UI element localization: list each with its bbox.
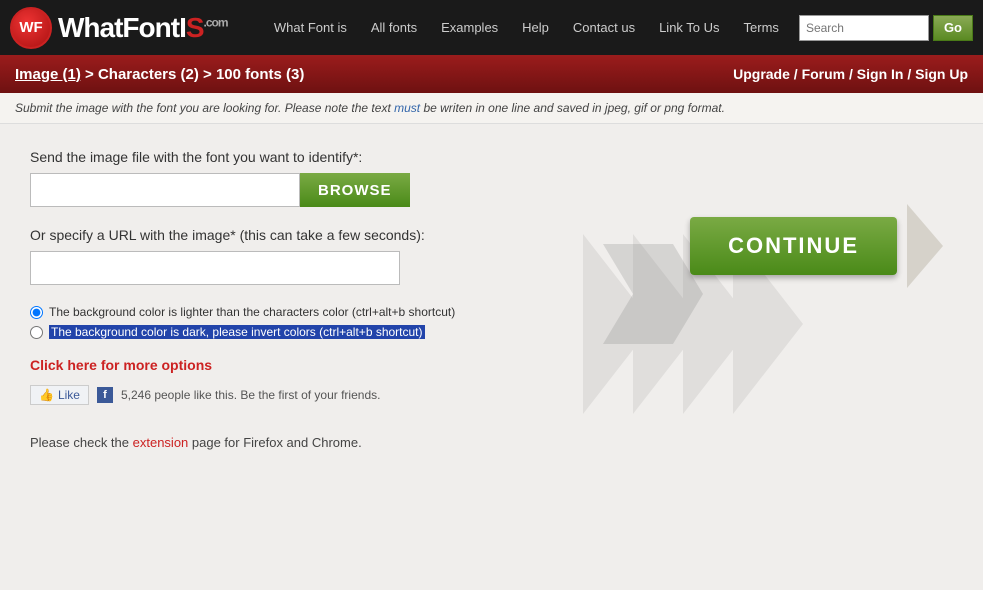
breadcrumb-bar: Image (1) > Characters (2) > 100 fonts (… <box>0 55 983 93</box>
logo-name-text: WhatFontI <box>58 12 186 43</box>
footer-info: Please check the extension page for Fire… <box>30 435 953 450</box>
radio-section: The background color is lighter than the… <box>30 305 953 339</box>
nav-all-fonts[interactable]: All fonts <box>359 20 429 35</box>
logo-s: S <box>186 12 204 43</box>
breadcrumb-step3: 100 fonts (3) <box>216 66 304 83</box>
radio-dark-bg[interactable] <box>30 326 43 339</box>
right-chevron-decoration <box>907 204 943 288</box>
breadcrumb-step2: Characters (2) <box>98 66 199 83</box>
breadcrumb-sep1: > <box>81 66 98 83</box>
footer-text-before: Please check the <box>30 435 133 450</box>
chevrons-decoration <box>593 234 713 354</box>
nav-terms[interactable]: Terms <box>732 20 791 35</box>
radio2-label: The background color is dark, please inv… <box>49 325 425 339</box>
info-text-after: be writen in one line and saved in jpeg,… <box>420 101 725 115</box>
facebook-icon: f <box>97 387 113 403</box>
breadcrumb: Image (1) > Characters (2) > 100 fonts (… <box>15 66 304 83</box>
file-upload-row: BROWSE <box>30 173 953 207</box>
nav-help[interactable]: Help <box>510 20 561 35</box>
nav-link-to-us[interactable]: Link To Us <box>647 20 731 35</box>
header: WF WhatFontIS.com What Font is All fonts… <box>0 0 983 55</box>
more-options-link[interactable]: Click here for more options <box>30 357 953 373</box>
browse-button[interactable]: BROWSE <box>300 173 410 207</box>
facebook-like-button[interactable]: 👍 Like <box>30 385 89 405</box>
breadcrumb-sep2: > <box>199 66 216 83</box>
continue-area: CONTINUE <box>690 204 943 288</box>
info-must: must <box>394 101 420 115</box>
file-upload-section: Send the image file with the font you wa… <box>30 149 953 207</box>
extension-link[interactable]: extension <box>133 435 189 450</box>
nav-examples[interactable]: Examples <box>429 20 510 35</box>
file-upload-label: Send the image file with the font you wa… <box>30 149 953 165</box>
like-label: Like <box>58 388 80 402</box>
main-content: Send the image file with the font you wa… <box>0 124 983 524</box>
search-button[interactable]: Go <box>933 15 973 41</box>
radio-row-2: The background color is dark, please inv… <box>30 325 953 339</box>
user-actions: Upgrade / Forum / Sign In / Sign Up <box>733 66 968 82</box>
info-text-before: Submit the image with the font you are l… <box>15 101 394 115</box>
continue-button[interactable]: CONTINUE <box>690 217 897 275</box>
file-input[interactable] <box>30 173 300 207</box>
logo-badge: WF <box>10 7 52 49</box>
logo-area: WF WhatFontIS.com <box>10 7 228 49</box>
radio-row-1: The background color is lighter than the… <box>30 305 953 319</box>
footer-text-after: page for Firefox and Chrome. <box>188 435 361 450</box>
radio2-highlighted-text: The background color is dark, please inv… <box>49 325 425 339</box>
thumbs-up-icon: 👍 <box>39 388 54 402</box>
logo-dotcom: .com <box>204 15 228 29</box>
radio1-label: The background color is lighter than the… <box>49 305 455 319</box>
nav-what-font-is[interactable]: What Font is <box>262 20 359 35</box>
facebook-count: 5,246 people like this. Be the first of … <box>121 388 380 402</box>
info-bar: Submit the image with the font you are l… <box>0 93 983 124</box>
radio-light-bg[interactable] <box>30 306 43 319</box>
search-area: Go <box>799 15 973 41</box>
facebook-bar: 👍 Like f 5,246 people like this. Be the … <box>30 385 953 405</box>
url-input[interactable] <box>30 251 400 285</box>
nav-contact-us[interactable]: Contact us <box>561 20 647 35</box>
breadcrumb-step1[interactable]: Image (1) <box>15 66 81 83</box>
logo-text: WhatFontIS.com <box>58 12 228 44</box>
nav-area: What Font is All fonts Examples Help Con… <box>262 15 973 41</box>
search-input[interactable] <box>799 15 929 41</box>
